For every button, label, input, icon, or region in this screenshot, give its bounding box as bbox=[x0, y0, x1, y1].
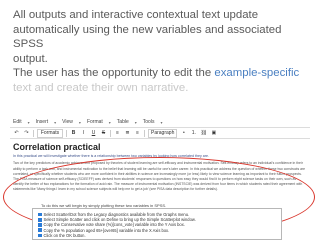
menu-view[interactable]: View bbox=[62, 119, 73, 125]
toolbar-divider bbox=[144, 129, 145, 137]
numbered-list-icon[interactable]: 1. bbox=[190, 130, 197, 137]
toolbar-divider bbox=[66, 129, 67, 137]
headline-line-faded: text and create their own narrative. bbox=[13, 81, 189, 94]
menu-table[interactable]: Table bbox=[117, 119, 129, 125]
headline-line: The user has the opportunity to edit the… bbox=[13, 66, 313, 81]
headline-line: automatically using the new variables an… bbox=[13, 23, 282, 51]
bold-button[interactable]: B bbox=[70, 130, 77, 137]
instructions-intro: To do this we will begin by simply plott… bbox=[39, 203, 169, 208]
bullet-icon bbox=[38, 228, 42, 232]
chevron-down-icon: ▾ bbox=[160, 119, 163, 125]
menu-insert[interactable]: Insert bbox=[36, 119, 49, 125]
underline-button[interactable]: U bbox=[90, 130, 97, 137]
bullet-icon bbox=[38, 223, 42, 227]
page-title: Correlation practical bbox=[13, 142, 101, 152]
bullet-icon bbox=[38, 218, 42, 222]
redo-icon[interactable]: ↷ bbox=[23, 130, 30, 137]
chevron-down-icon: ▾ bbox=[54, 119, 57, 125]
toolbar-divider bbox=[110, 129, 111, 137]
paragraph-dropdown[interactable]: Paragraph bbox=[148, 128, 178, 138]
chevron-down-icon: ▾ bbox=[108, 119, 111, 125]
headline-line: output. bbox=[13, 52, 48, 65]
headline-line: All outputs and interactive contextual t… bbox=[13, 9, 259, 21]
menu-format[interactable]: Format bbox=[87, 119, 103, 125]
editor-toolbar: ↶ ↷ Formats B I U S ≡ ≣ ≡ Paragraph • 1.… bbox=[10, 128, 310, 139]
paragraph-label: Paragraph bbox=[151, 130, 175, 136]
menu-tools[interactable]: Tools bbox=[143, 119, 155, 125]
chevron-down-icon: ▾ bbox=[27, 119, 30, 125]
undo-icon[interactable]: ↶ bbox=[13, 130, 20, 137]
link-icon[interactable]: ⛓ bbox=[200, 130, 207, 137]
instructions-list: Select Scatter/Dot from the Legacy diagn… bbox=[33, 209, 281, 238]
formats-dropdown[interactable]: Formats bbox=[37, 128, 63, 138]
list-item-text: Click on the OK button. bbox=[43, 232, 86, 238]
align-left-icon[interactable]: ≡ bbox=[114, 130, 121, 137]
strikethrough-button[interactable]: S bbox=[100, 130, 107, 137]
bullet-list-icon[interactable]: • bbox=[180, 130, 187, 137]
image-icon[interactable]: ▣ bbox=[210, 130, 217, 137]
headline-text: The user has the opportunity to edit the bbox=[13, 67, 215, 79]
bullet-icon bbox=[38, 233, 42, 238]
body-paragraph: Two of the key predictors of academic ac… bbox=[13, 161, 306, 191]
italic-button[interactable]: I bbox=[80, 130, 87, 137]
example-specific-link: example-specific bbox=[214, 67, 300, 79]
menu-edit[interactable]: Edit bbox=[13, 119, 22, 125]
align-center-icon[interactable]: ≣ bbox=[124, 130, 131, 137]
align-right-icon[interactable]: ≡ bbox=[134, 130, 141, 137]
formats-label: Formats bbox=[40, 130, 60, 136]
instructions-box: To do this we will begin by simply plott… bbox=[32, 203, 282, 240]
toolbar-divider bbox=[33, 129, 34, 137]
chevron-down-icon: ▾ bbox=[78, 119, 81, 125]
editor-content[interactable]: Correlation practical In this practical … bbox=[13, 141, 307, 192]
bullet-icon bbox=[38, 212, 42, 217]
intro-text: In this practical we will investigate wh… bbox=[13, 154, 209, 158]
list-item: Click on the OK button. bbox=[38, 233, 277, 238]
slide-headline: All outputs and interactive contextual t… bbox=[13, 8, 313, 95]
chevron-down-icon: ▾ bbox=[134, 119, 137, 125]
editor-menubar: Edit ▾ Insert ▾ View ▾ Format ▾ Table ▾ Tools… bbox=[10, 117, 310, 128]
